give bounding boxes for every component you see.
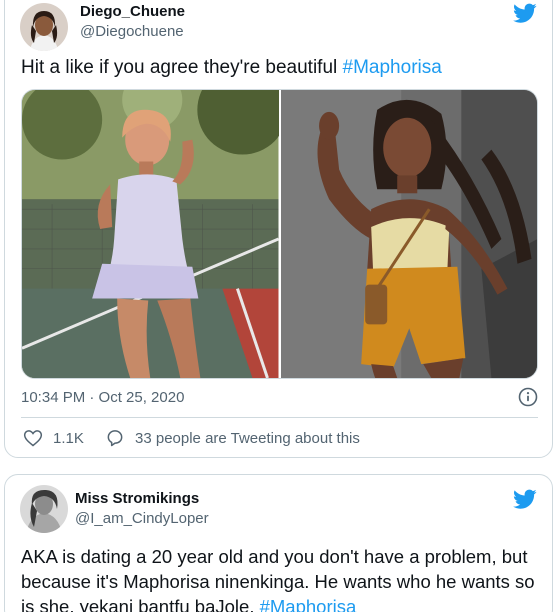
tweet-photo-1[interactable] xyxy=(22,90,279,378)
display-name[interactable]: Diego_Chuene xyxy=(80,3,185,20)
user-handle[interactable]: @I_am_CindyLoper xyxy=(75,510,209,527)
heart-icon[interactable] xyxy=(23,428,43,448)
tweet-body: Hit a like if you agree they're beautifu… xyxy=(21,57,343,78)
avatar[interactable] xyxy=(20,485,68,533)
reply-action[interactable]: 33 people are Tweeting about this xyxy=(105,428,360,448)
tweet-timestamp[interactable]: 10:34 PM · Oct 25, 2020 xyxy=(21,389,184,406)
tweet-card[interactable]: Miss Stromikings @I_am_CindyLoper AKA is… xyxy=(4,474,553,612)
avatar[interactable] xyxy=(20,3,68,51)
hashtag-link[interactable]: #Maphorisa xyxy=(260,596,357,612)
info-icon[interactable] xyxy=(518,387,538,407)
tweet-photo-2[interactable] xyxy=(280,90,537,378)
divider xyxy=(21,417,538,418)
chat-bubble-icon[interactable] xyxy=(105,428,125,448)
twitter-bird-icon[interactable] xyxy=(513,1,537,25)
like-count: 1.1K xyxy=(53,429,84,447)
like-action[interactable]: 1.1K xyxy=(23,428,84,448)
user-handle[interactable]: @Diegochuene xyxy=(80,23,184,40)
display-name[interactable]: Miss Stromikings xyxy=(75,490,199,507)
tweeting-about-text: 33 people are Tweeting about this xyxy=(135,429,360,447)
tweet-card[interactable]: Diego_Chuene @Diegochuene Hit a like if … xyxy=(4,0,553,458)
tweet-text: Hit a like if you agree they're beautifu… xyxy=(21,55,538,80)
tweet-text: AKA is dating a 20 year old and you don'… xyxy=(21,544,541,612)
hashtag-link[interactable]: #Maphorisa xyxy=(343,57,442,78)
tweet-media[interactable] xyxy=(21,89,538,379)
twitter-bird-icon[interactable] xyxy=(513,487,537,511)
